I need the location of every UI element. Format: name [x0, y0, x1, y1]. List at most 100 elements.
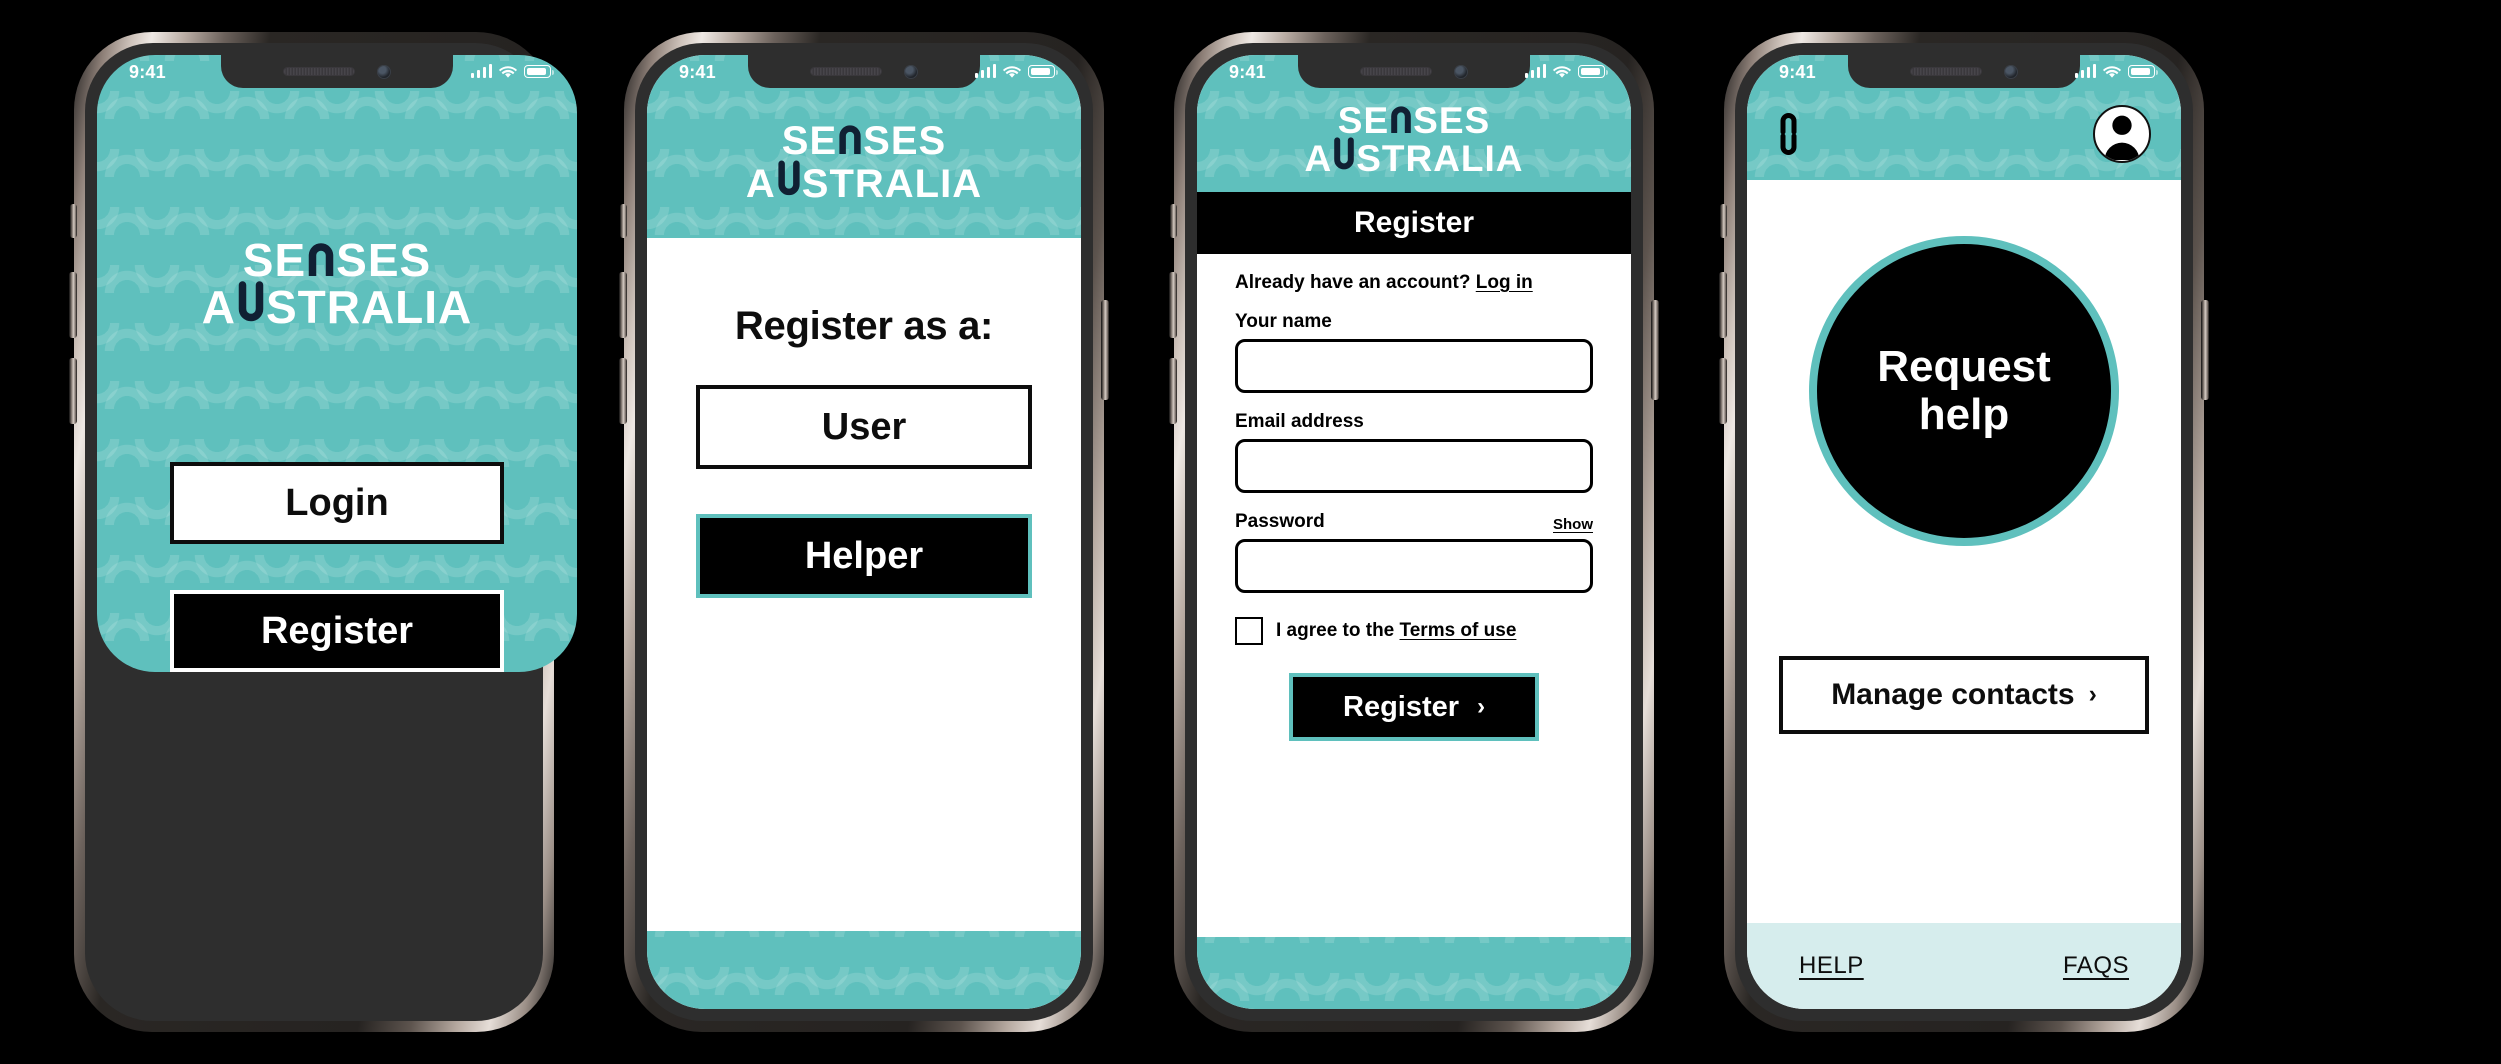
- power-button[interactable]: [2201, 300, 2209, 400]
- logo-text-senses-part2: SES: [1413, 99, 1491, 141]
- logo-line-1: SE SES: [746, 119, 982, 164]
- cellular-bars-icon: [470, 64, 492, 78]
- welcome-actions: Login Register: [170, 462, 504, 673]
- volume-up-button[interactable]: [619, 272, 627, 338]
- arch-pattern-background: [1197, 937, 1631, 1009]
- request-help-button[interactable]: Request help: [1809, 236, 2119, 546]
- role-options: User Helper: [696, 385, 1032, 598]
- page-title: Register as a:: [734, 304, 994, 348]
- logo-text-senses-part1: SE: [242, 234, 307, 286]
- logo-text-australia-part2: STRALIA: [1356, 138, 1524, 179]
- name-label-text: Your name: [1235, 311, 1332, 332]
- battery-icon: [2128, 65, 2159, 78]
- silence-switch[interactable]: [1170, 204, 1177, 238]
- home-footer: HELP FAQS: [1747, 923, 2181, 1009]
- status-bar: 9:41: [1747, 55, 2181, 88]
- register-submit-label: Register: [1343, 690, 1460, 723]
- volume-down-button[interactable]: [1719, 358, 1727, 424]
- status-bar: 9:41: [1197, 55, 1631, 88]
- silence-switch[interactable]: [70, 204, 77, 238]
- senses-australia-logo: SE SES A STRALIA: [746, 119, 983, 206]
- register-form-footer-band: [1197, 937, 1631, 1009]
- register-form-header: 9:41 SE SES A STRALIA: [1197, 55, 1631, 192]
- volume-up-button[interactable]: [69, 272, 77, 338]
- wifi-icon: [1553, 65, 1571, 78]
- terms-of-use-link[interactable]: Terms of use: [1400, 620, 1517, 641]
- role-helper-button[interactable]: Helper: [696, 514, 1032, 598]
- senses-monogram-icon[interactable]: [1777, 109, 1811, 159]
- welcome-screen: 9:41 SE SES A STRALIA Login Register: [97, 55, 577, 673]
- register-role-body: Register as a: User Helper: [647, 238, 1081, 931]
- name-field-label: Your name: [1235, 311, 1593, 333]
- help-link[interactable]: HELP: [1799, 952, 1864, 980]
- register-button[interactable]: Register: [170, 590, 504, 673]
- logo-text-senses-part2: SES: [336, 234, 432, 286]
- logo-glyph-u-icon: [236, 281, 266, 323]
- volume-up-button[interactable]: [1719, 272, 1727, 338]
- logo-text-senses-part1: SE: [1337, 99, 1390, 141]
- power-button[interactable]: [1101, 300, 1109, 400]
- password-field-label: Password Show: [1235, 511, 1593, 533]
- status-time: 9:41: [129, 61, 166, 82]
- home-body: Request help Manage contacts ›: [1747, 180, 2181, 923]
- volume-down-button[interactable]: [1169, 358, 1177, 424]
- cellular-bars-icon: [974, 64, 996, 78]
- request-help-line-2: help: [1918, 390, 2010, 439]
- logo-line-2: A STRALIA: [202, 281, 473, 330]
- register-role-screen: 9:41 SE SES A STRALIA Register as a: Use…: [647, 55, 1081, 1009]
- wifi-icon: [499, 65, 517, 78]
- existing-account-text: Already have an account?: [1235, 272, 1471, 293]
- status-icons: [470, 64, 555, 79]
- status-bar: 9:41: [97, 55, 577, 88]
- logo-line-1: SE SES: [202, 237, 473, 283]
- logo-text-senses-part1: SE: [781, 119, 838, 164]
- login-button[interactable]: Login: [170, 462, 504, 545]
- faqs-link[interactable]: FAQS: [2063, 952, 2129, 980]
- name-input[interactable]: [1235, 339, 1593, 393]
- battery-icon: [1028, 65, 1059, 78]
- logo-glyph-u-icon: [776, 160, 802, 197]
- phone-mockup-register-role: 9:41 SE SES A STRALIA Register as a: Use…: [619, 32, 1109, 1032]
- register-form-screen: 9:41 SE SES A STRALIA Register Already h…: [1197, 55, 1631, 1009]
- email-input[interactable]: [1235, 439, 1593, 493]
- silence-switch[interactable]: [620, 204, 627, 238]
- manage-contacts-label: Manage contacts: [1831, 678, 2075, 711]
- volume-up-button[interactable]: [1169, 272, 1177, 338]
- screenshot-stage: 9:41 SE SES A STRALIA Login Register 9:4…: [0, 0, 2501, 1064]
- home-header: 9:41: [1747, 55, 2181, 180]
- logo-glyph-u-icon: [1332, 137, 1356, 171]
- show-password-toggle[interactable]: Show: [1553, 516, 1593, 533]
- terms-checkbox[interactable]: [1235, 617, 1263, 645]
- cellular-bars-icon: [1524, 64, 1546, 78]
- logo-text-senses-part2: SES: [863, 119, 947, 164]
- silence-switch[interactable]: [1720, 204, 1727, 238]
- volume-down-button[interactable]: [69, 358, 77, 424]
- welcome-body: SE SES A STRALIA Login Register: [97, 88, 577, 673]
- password-input[interactable]: [1235, 539, 1593, 593]
- register-submit-button[interactable]: Register ›: [1289, 673, 1539, 741]
- battery-icon: [1578, 65, 1609, 78]
- terms-agreement-text: I agree to the Terms of use: [1276, 620, 1516, 642]
- user-avatar-icon[interactable]: [2093, 105, 2151, 163]
- chevron-right-icon: ›: [2088, 680, 2097, 708]
- manage-contacts-button[interactable]: Manage contacts ›: [1779, 656, 2149, 734]
- role-user-button[interactable]: User: [696, 385, 1032, 469]
- logo-text-australia-part1: A: [201, 281, 236, 334]
- logo-text-australia-part2: STRALIA: [801, 161, 983, 206]
- logo-glyph-n-icon: [1389, 105, 1413, 133]
- senses-australia-logo: SE SES A STRALIA: [202, 237, 473, 330]
- power-button[interactable]: [1651, 300, 1659, 400]
- email-field-label: Email address: [1235, 411, 1593, 433]
- register-form: Already have an account? Log in Your nam…: [1197, 254, 1631, 937]
- email-label-text: Email address: [1235, 411, 1364, 432]
- phone-mockup-home: 9:41 Request help Manage contacts › HELP…: [1719, 32, 2209, 1032]
- cellular-bars-icon: [2074, 64, 2096, 78]
- status-time: 9:41: [679, 61, 716, 82]
- chevron-right-icon: ›: [1477, 693, 1485, 721]
- volume-down-button[interactable]: [619, 358, 627, 424]
- status-bar: 9:41: [647, 55, 1081, 88]
- log-in-link[interactable]: Log in: [1476, 272, 1533, 293]
- request-help-line-1: Request: [1877, 341, 2051, 391]
- senses-australia-logo: SE SES A STRALIA: [1304, 99, 1524, 179]
- wifi-icon: [2103, 65, 2121, 78]
